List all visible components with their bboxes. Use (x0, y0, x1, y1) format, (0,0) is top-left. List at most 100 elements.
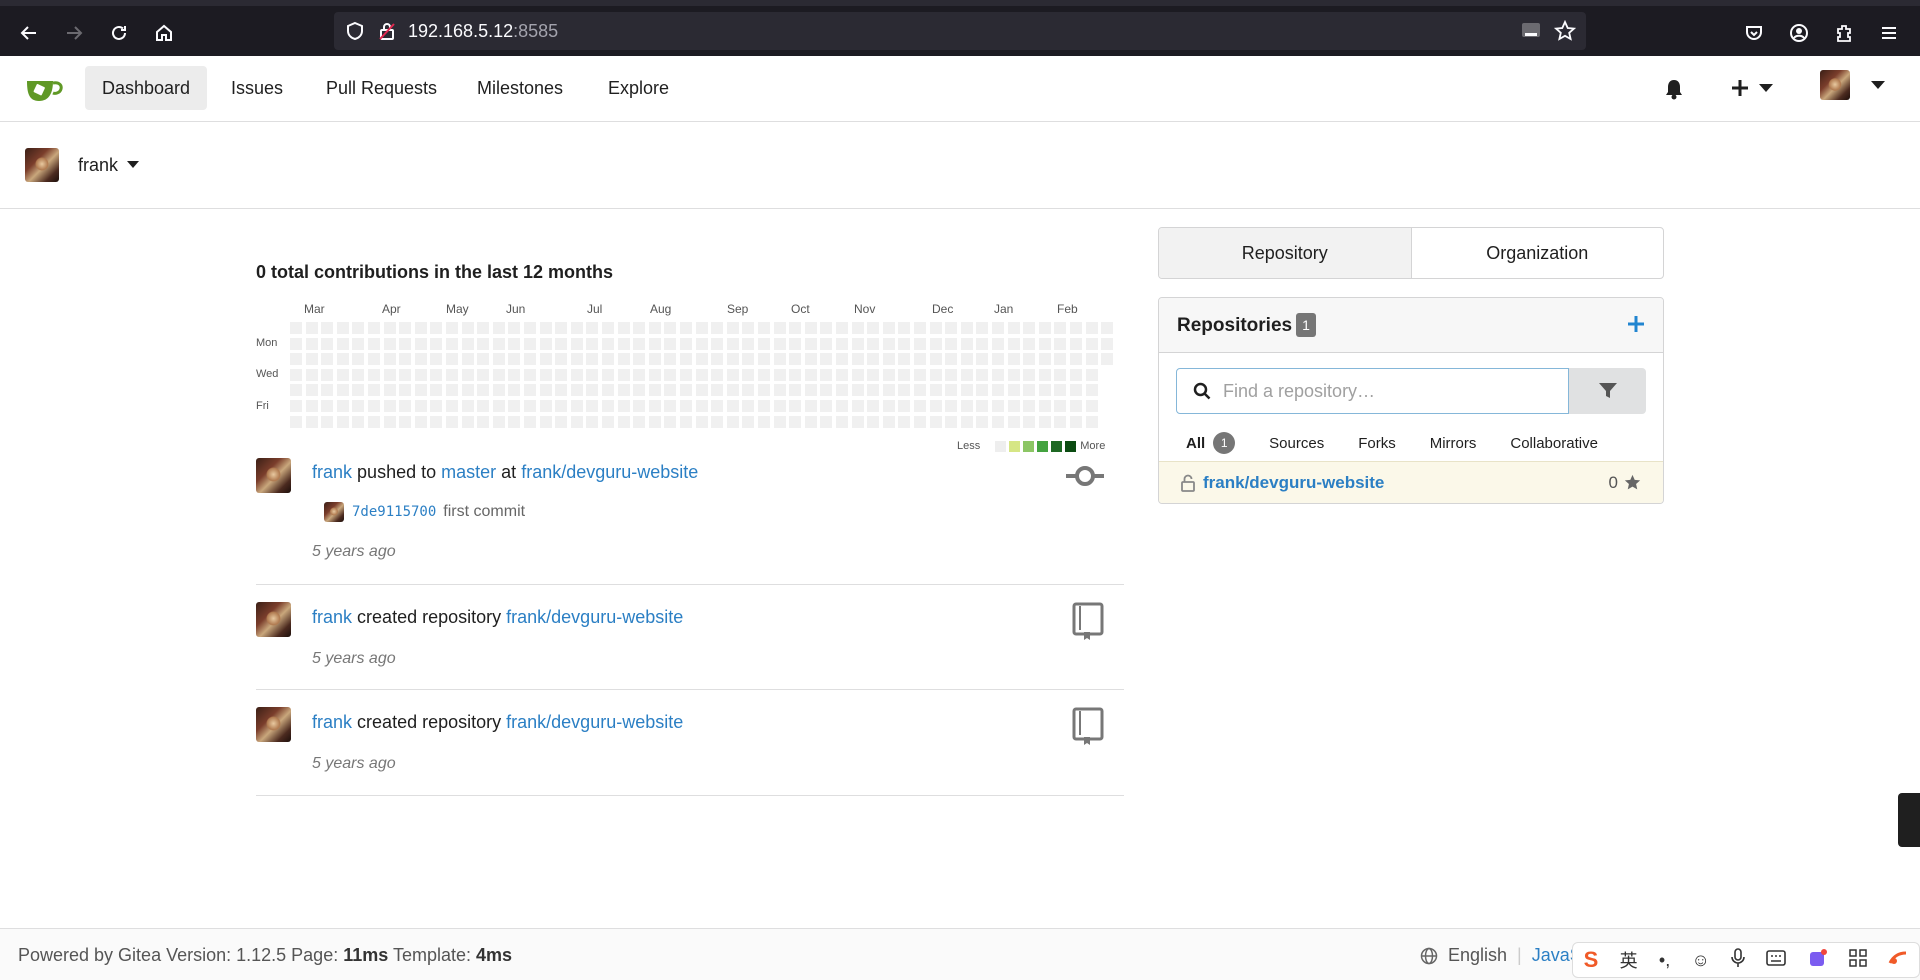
heatmap-day-cell[interactable] (648, 400, 661, 412)
heatmap-day-cell[interactable] (1038, 368, 1051, 381)
heatmap-day-cell[interactable] (383, 400, 396, 412)
heatmap-day-cell[interactable] (976, 337, 989, 350)
heatmap-day-cell[interactable] (555, 384, 568, 397)
heatmap-day-cell[interactable] (321, 415, 334, 428)
heatmap-day-cell[interactable] (1023, 400, 1036, 412)
heatmap-day-cell[interactable] (290, 400, 302, 412)
heatmap-day-cell[interactable] (305, 384, 318, 397)
heatmap-day-cell[interactable] (726, 400, 739, 412)
heatmap-day-cell[interactable] (960, 337, 973, 350)
heatmap-day-cell[interactable] (1070, 353, 1082, 366)
heatmap-day-cell[interactable] (664, 337, 677, 350)
heatmap-day-cell[interactable] (820, 337, 833, 350)
heatmap-day-cell[interactable] (758, 384, 770, 397)
heatmap-day-cell[interactable] (633, 400, 646, 412)
grid-icon[interactable] (1849, 948, 1867, 972)
heatmap-day-cell[interactable] (539, 322, 552, 334)
feed-repo-link[interactable]: frank/devguru-website (521, 462, 698, 482)
nav-dashboard[interactable]: Dashboard (85, 66, 208, 110)
heatmap-day-cell[interactable] (633, 322, 646, 334)
heatmap-day-cell[interactable] (399, 384, 412, 397)
heatmap-day-cell[interactable] (383, 322, 396, 334)
back-icon[interactable] (12, 16, 46, 50)
heatmap-day-cell[interactable] (352, 415, 365, 428)
heatmap-day-cell[interactable] (882, 337, 895, 350)
heatmap-day-cell[interactable] (1023, 384, 1036, 397)
ime-punctuation-toggle[interactable]: •, (1659, 950, 1670, 971)
heatmap-day-cell[interactable] (414, 337, 427, 350)
heatmap-day-cell[interactable] (508, 400, 521, 412)
heatmap-day-cell[interactable] (929, 353, 942, 366)
heatmap-day-cell[interactable] (882, 415, 895, 428)
heatmap-day-cell[interactable] (570, 415, 583, 428)
heatmap-day-cell[interactable] (586, 322, 599, 334)
heatmap-day-cell[interactable] (617, 415, 630, 428)
heatmap-day-cell[interactable] (1007, 368, 1020, 381)
heatmap-day-cell[interactable] (461, 337, 474, 350)
heatmap-day-cell[interactable] (633, 368, 646, 381)
heatmap-day-cell[interactable] (492, 384, 505, 397)
heatmap-day-cell[interactable] (336, 384, 349, 397)
heatmap-day-cell[interactable] (836, 353, 848, 366)
ime-language-toggle[interactable]: 英 (1620, 947, 1638, 973)
heatmap-day-cell[interactable] (695, 384, 708, 397)
skin-icon[interactable] (1808, 948, 1828, 973)
heatmap-day-cell[interactable] (446, 322, 458, 334)
heatmap-day-cell[interactable] (305, 368, 318, 381)
heatmap-day-cell[interactable] (430, 337, 443, 350)
feed-repo-link[interactable]: frank/devguru-website (506, 607, 683, 627)
heatmap-day-cell[interactable] (820, 415, 833, 428)
heatmap-day-cell[interactable] (960, 415, 973, 428)
heatmap-day-cell[interactable] (399, 353, 412, 366)
heatmap-day-cell[interactable] (867, 353, 880, 366)
heatmap-day-cell[interactable] (976, 322, 989, 334)
heatmap-day-cell[interactable] (773, 353, 786, 366)
heatmap-day-cell[interactable] (602, 384, 614, 397)
heatmap-day-cell[interactable] (508, 337, 521, 350)
context-user-dropdown[interactable]: frank (25, 148, 140, 182)
heatmap-day-cell[interactable] (383, 353, 396, 366)
heatmap-day-cell[interactable] (368, 368, 380, 381)
filter-tab-all[interactable]: All 1 (1170, 426, 1246, 466)
heatmap-day-cell[interactable] (851, 322, 864, 334)
heatmap-day-cell[interactable] (867, 384, 880, 397)
heatmap-day-cell[interactable] (773, 400, 786, 412)
sogou-logo-icon[interactable]: S (1584, 947, 1599, 973)
heatmap-day-cell[interactable] (352, 337, 365, 350)
heatmap-day-cell[interactable] (914, 337, 926, 350)
heatmap-day-cell[interactable] (945, 415, 958, 428)
heatmap-day-cell[interactable] (617, 322, 630, 334)
heatmap-day-cell[interactable] (773, 337, 786, 350)
heatmap-day-cell[interactable] (399, 415, 412, 428)
heatmap-day-cell[interactable] (711, 322, 724, 334)
filter-tab-collaborative[interactable]: Collaborative (1510, 426, 1598, 460)
emoji-icon[interactable]: ☺ (1691, 950, 1709, 971)
heatmap-day-cell[interactable] (1085, 353, 1098, 366)
heatmap-day-cell[interactable] (695, 415, 708, 428)
heatmap-day-cell[interactable] (695, 337, 708, 350)
heatmap-day-cell[interactable] (602, 322, 614, 334)
heatmap-day-cell[interactable] (898, 415, 911, 428)
heatmap-day-cell[interactable] (695, 322, 708, 334)
menu-icon[interactable] (1872, 16, 1906, 50)
heatmap-day-cell[interactable] (648, 415, 661, 428)
heatmap-day-cell[interactable] (477, 353, 490, 366)
heatmap-day-cell[interactable] (726, 337, 739, 350)
heatmap-day-cell[interactable] (960, 400, 973, 412)
heatmap-day-cell[interactable] (992, 337, 1004, 350)
heatmap-day-cell[interactable] (492, 400, 505, 412)
heatmap-day-cell[interactable] (1054, 322, 1067, 334)
heatmap-day-cell[interactable] (773, 322, 786, 334)
heatmap-day-cell[interactable] (524, 353, 536, 366)
heatmap-day-cell[interactable] (399, 368, 412, 381)
heatmap-day-cell[interactable] (446, 353, 458, 366)
heatmap-day-cell[interactable] (1085, 322, 1098, 334)
heatmap-day-cell[interactable] (867, 415, 880, 428)
feed-user-link[interactable]: frank (312, 712, 352, 732)
heatmap-day-cell[interactable] (960, 368, 973, 381)
heatmap-day-cell[interactable] (1070, 368, 1082, 381)
heatmap-day-cell[interactable] (492, 353, 505, 366)
heatmap-day-cell[interactable] (586, 415, 599, 428)
heatmap-day-cell[interactable] (414, 384, 427, 397)
heatmap-day-cell[interactable] (1085, 368, 1098, 381)
